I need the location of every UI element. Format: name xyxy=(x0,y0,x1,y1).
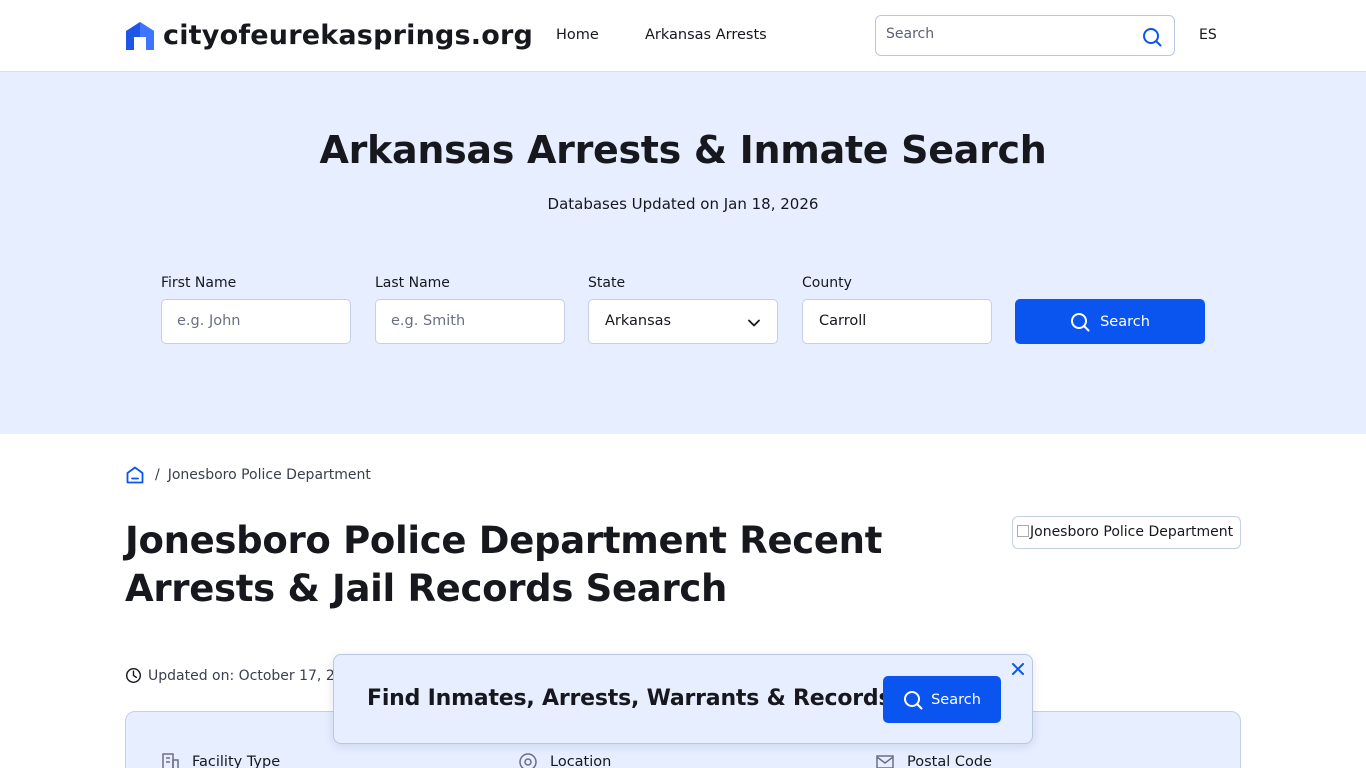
popup-search-label: Search xyxy=(931,691,981,708)
first-name-label: First Name xyxy=(161,275,237,291)
updated-text: Updated on: October 17, 202 xyxy=(148,667,353,684)
site-header: cityofeurekasprings.org Home Arkansas Ar… xyxy=(0,0,1366,72)
broken-image-icon xyxy=(1017,525,1029,537)
mail-icon xyxy=(876,755,894,768)
site-logo[interactable]: cityofeurekasprings.org xyxy=(125,20,533,51)
first-name-field[interactable] xyxy=(161,299,351,344)
department-image: Jonesboro Police Department xyxy=(1012,516,1241,549)
breadcrumb-separator: / xyxy=(155,467,160,483)
search-popup-banner: Find Inmates, Arrests, Warrants & Record… xyxy=(333,654,1033,744)
page-title: Jonesboro Police Department Recent Arres… xyxy=(125,519,883,610)
hero-search-section: Arkansas Arrests & Inmate Search Databas… xyxy=(0,72,1366,434)
breadcrumb-current: Jonesboro Police Department xyxy=(167,467,371,483)
nav-arkansas-arrests-link[interactable]: Arkansas Arrests xyxy=(645,27,767,43)
chevron-down-icon xyxy=(748,319,760,327)
last-name-label: Last Name xyxy=(375,275,450,291)
header-search-input[interactable] xyxy=(886,26,1136,42)
popup-search-button[interactable]: Search xyxy=(883,676,1001,723)
search-icon xyxy=(1071,312,1090,331)
popup-text: Find Inmates, Arrests, Warrants & Record… xyxy=(367,686,892,711)
search-icon xyxy=(904,690,923,709)
hero-title: Arkansas Arrests & Inmate Search xyxy=(319,128,1047,172)
building-icon xyxy=(162,753,179,768)
department-image-alt: Jonesboro Police Department xyxy=(1030,524,1234,540)
updated-date: Updated on: October 17, 202 xyxy=(125,667,353,684)
last-name-field[interactable] xyxy=(375,299,565,344)
home-icon[interactable] xyxy=(125,465,145,485)
last-name-input[interactable] xyxy=(391,313,551,329)
state-label: State xyxy=(588,275,626,291)
state-select[interactable]: Arkansas xyxy=(588,299,778,344)
facility-type-item: Facility Type xyxy=(160,752,280,768)
language-toggle[interactable]: ES xyxy=(1199,27,1217,43)
hero-subtitle: Databases Updated on Jan 18, 2026 xyxy=(547,195,819,213)
state-selected-value: Arkansas xyxy=(605,313,672,329)
location-pin-icon xyxy=(519,753,537,768)
postal-code-label: Postal Code xyxy=(907,754,992,768)
county-value: Carroll xyxy=(819,313,867,329)
hero-search-label: Search xyxy=(1100,313,1150,330)
postal-code-item: Postal Code xyxy=(875,752,992,768)
logo-text: cityofeurekasprings.org xyxy=(163,20,534,51)
nav-home-link[interactable]: Home xyxy=(556,27,599,43)
first-name-input[interactable] xyxy=(177,313,337,329)
search-icon[interactable] xyxy=(1142,27,1162,47)
house-logo-icon xyxy=(126,21,154,50)
breadcrumb: / Jonesboro Police Department xyxy=(125,465,371,485)
clock-icon xyxy=(125,667,142,684)
county-field[interactable]: Carroll xyxy=(802,299,992,344)
header-search-box[interactable] xyxy=(875,15,1175,56)
location-item: Location xyxy=(518,752,611,768)
hero-search-button[interactable]: Search xyxy=(1015,299,1205,344)
close-icon[interactable] xyxy=(1010,661,1026,677)
county-label: County xyxy=(802,275,852,291)
location-label: Location xyxy=(550,754,612,768)
facility-type-label: Facility Type xyxy=(192,754,281,768)
